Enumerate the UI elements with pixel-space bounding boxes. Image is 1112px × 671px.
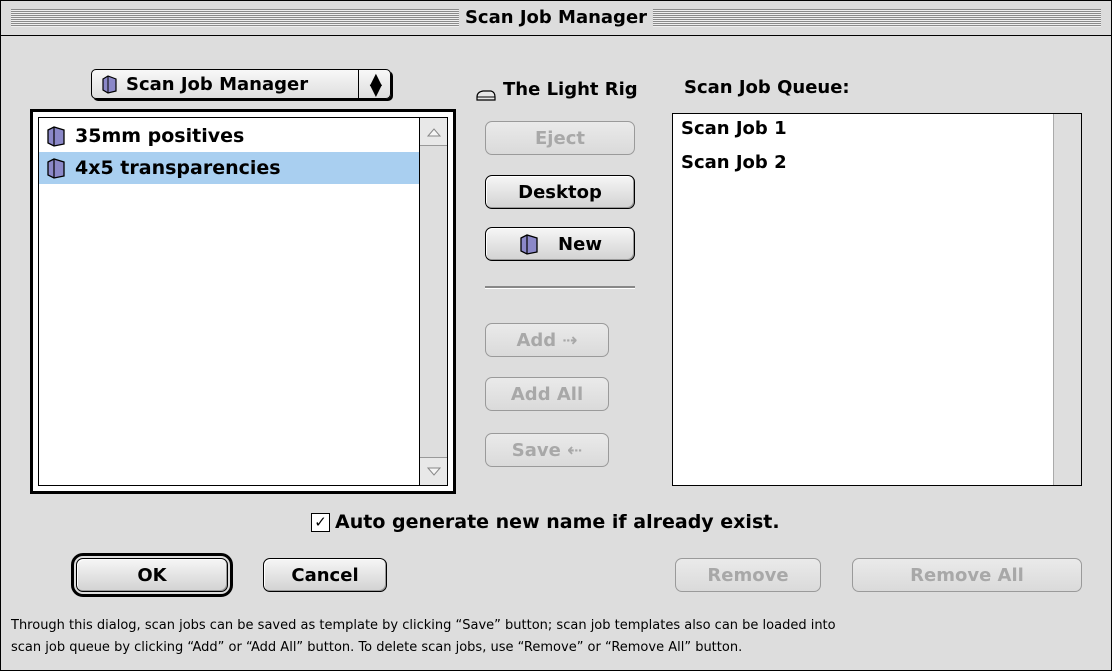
help-text: Through this dialog, scan jobs can be sa… xyxy=(11,615,1106,659)
desktop-button[interactable]: Desktop xyxy=(485,175,635,209)
window-title: Scan Job Manager xyxy=(458,6,654,30)
help-text-line-2: scan job queue by clicking “Add” or “Add… xyxy=(11,640,743,655)
queue-header: Scan Job Queue: xyxy=(684,77,850,98)
list-item[interactable]: 35mm positives xyxy=(39,120,419,152)
new-folder-button[interactable]: New xyxy=(485,227,635,261)
auto-generate-option[interactable]: ✓ Auto generate new name if already exis… xyxy=(311,511,780,533)
save-button[interactable]: Save ⇠ xyxy=(485,433,609,467)
eject-button[interactable]: Eject xyxy=(485,121,635,155)
folder-icon xyxy=(47,126,65,147)
volume-label: The Light Rig xyxy=(503,79,638,100)
help-text-line-1: Through this dialog, scan jobs can be sa… xyxy=(11,618,836,633)
queue-scrollbar xyxy=(1053,114,1081,485)
remove-button[interactable]: Remove xyxy=(675,558,821,592)
add-button[interactable]: Add ⇢ xyxy=(485,323,609,357)
new-button-label: New xyxy=(558,233,602,255)
vertical-scrollbar[interactable] xyxy=(419,118,447,485)
disk-icon xyxy=(476,90,496,101)
divider xyxy=(485,286,635,289)
list-item-label: 35mm positives xyxy=(75,125,245,147)
popup-label: Scan Job Manager xyxy=(126,73,309,95)
list-item-label: 4x5 transparencies xyxy=(75,157,281,179)
remove-all-button[interactable]: Remove All xyxy=(852,558,1082,592)
folder-list[interactable]: 35mm positives 4x5 transparencies xyxy=(38,117,448,486)
folder-icon xyxy=(520,234,538,255)
updown-arrows-icon: ▲ ▼ xyxy=(369,69,382,99)
popup-separator xyxy=(358,70,359,98)
scroll-down-arrow-icon[interactable] xyxy=(420,457,447,485)
folder-icon xyxy=(102,75,117,94)
add-all-button[interactable]: Add All xyxy=(485,377,609,411)
queue-item[interactable]: Scan Job 2 xyxy=(681,152,787,173)
scan-job-manager-window: Scan Job Manager Scan Job Manager ▲ ▼ 35m… xyxy=(0,0,1112,671)
list-item-selected[interactable]: 4x5 transparencies xyxy=(39,152,419,184)
scan-job-queue-list[interactable]: Scan Job 1 Scan Job 2 xyxy=(672,113,1082,486)
folder-list-frame: 35mm positives 4x5 transparencies xyxy=(30,109,456,494)
location-popup-menu[interactable]: Scan Job Manager ▲ ▼ xyxy=(91,69,391,99)
folder-icon xyxy=(47,158,65,179)
ok-button[interactable]: OK xyxy=(76,558,228,592)
title-bar[interactable]: Scan Job Manager xyxy=(1,1,1111,36)
queue-item[interactable]: Scan Job 1 xyxy=(681,118,787,139)
auto-generate-checkbox[interactable]: ✓ xyxy=(311,512,330,532)
scroll-up-arrow-icon[interactable] xyxy=(420,118,447,146)
cancel-button[interactable]: Cancel xyxy=(263,558,387,592)
auto-generate-label: Auto generate new name if already exist. xyxy=(335,511,780,533)
